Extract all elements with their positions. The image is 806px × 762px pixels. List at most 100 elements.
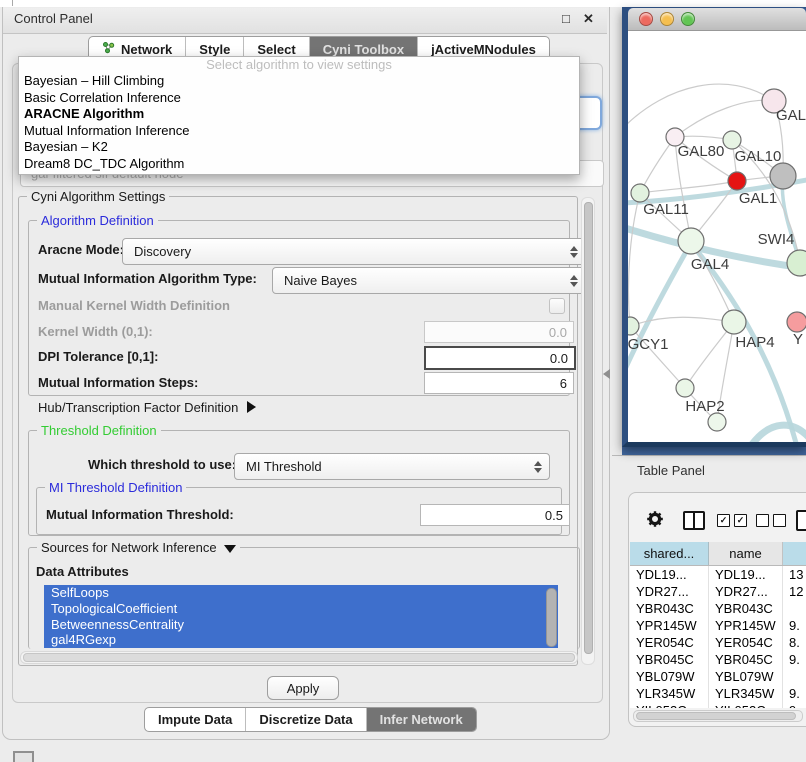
- mi-steps-field[interactable]: 6: [424, 372, 574, 394]
- cell: YBL079W: [630, 668, 709, 685]
- cell: YDR27...: [709, 583, 783, 600]
- table-row[interactable]: YDL19...YDL19...13: [630, 566, 806, 583]
- network-node[interactable]: [678, 228, 704, 254]
- float-panel-icon[interactable]: □: [562, 11, 570, 26]
- select-all-checkboxes-icon[interactable]: ✓ ✓: [717, 514, 747, 527]
- column-header-shared-name[interactable]: shared...: [630, 542, 709, 565]
- minimize-window-icon[interactable]: [660, 12, 674, 26]
- network-node[interactable]: [770, 163, 796, 189]
- mi-threshold-field[interactable]: 0.5: [420, 504, 570, 526]
- network-window: GAL GAL80 GAL10 GAL1 GAL11 GAL4 SWI4 GCY…: [622, 8, 806, 447]
- node-label: SWI4: [758, 231, 795, 248]
- algorithm-option[interactable]: Bayesian – Hill Climbing: [19, 73, 579, 90]
- network-node[interactable]: [676, 379, 694, 397]
- attributes-scrollbar[interactable]: [546, 588, 557, 647]
- tab-impute-data[interactable]: Impute Data: [145, 708, 245, 731]
- network-icon: [102, 41, 115, 57]
- deselect-all-checkboxes-icon[interactable]: [756, 514, 786, 527]
- tab-cyni-toolbox-label: Cyni Toolbox: [323, 42, 404, 57]
- minimized-panel-grip[interactable]: [13, 751, 34, 762]
- node-table: shared... name YDL19...YDL19...13 YDR27.…: [630, 542, 806, 708]
- network-node[interactable]: [787, 312, 806, 332]
- network-node[interactable]: [723, 131, 741, 149]
- tab-infer-network[interactable]: Infer Network: [366, 708, 476, 731]
- aracne-mode-select[interactable]: Discovery: [122, 238, 586, 265]
- control-panel-titlebar: [3, 8, 607, 34]
- table-row[interactable]: YIL052CYIL052C9: [630, 702, 806, 708]
- network-node[interactable]: [631, 184, 649, 202]
- tab-select-label: Select: [257, 42, 295, 57]
- cell: 12: [783, 583, 806, 600]
- gear-icon[interactable]: [646, 510, 664, 533]
- algorithm-option[interactable]: Bayesian – K2: [19, 139, 579, 156]
- pane-divider-handle[interactable]: [603, 369, 610, 379]
- apply-button[interactable]: Apply: [267, 676, 339, 700]
- table-row[interactable]: YBR043CYBR043C: [630, 600, 806, 617]
- cell: 8.: [783, 634, 806, 651]
- network-node[interactable]: [787, 250, 806, 276]
- node-label: GAL: [776, 107, 806, 124]
- kernel-width-field[interactable]: 0.0: [424, 321, 574, 343]
- close-panel-icon[interactable]: ✕: [583, 11, 594, 27]
- mi-type-label: Mutual Information Algorithm Type:: [38, 266, 257, 292]
- attribute-item[interactable]: gal4RGexp: [44, 632, 558, 648]
- algorithm-option-selected[interactable]: ARACNE Algorithm: [19, 106, 579, 123]
- column-header-partial[interactable]: [783, 542, 806, 565]
- attribute-item[interactable]: SelfLoops: [44, 585, 558, 601]
- table-row[interactable]: YER054CYER054C8.: [630, 634, 806, 651]
- network-canvas[interactable]: GAL GAL80 GAL10 GAL1 GAL11 GAL4 SWI4 GCY…: [628, 31, 806, 442]
- cell: YPR145W: [630, 617, 709, 634]
- mi-type-select[interactable]: Naive Bayes: [272, 267, 586, 294]
- mi-steps-label: Mutual Information Steps:: [38, 372, 198, 394]
- cell: YDR27...: [630, 583, 709, 600]
- network-node[interactable]: [628, 317, 639, 335]
- table-header-row: shared... name: [630, 542, 806, 566]
- table-row[interactable]: YDR27...YDR27...12: [630, 583, 806, 600]
- which-threshold-select[interactable]: MI Threshold: [234, 453, 550, 480]
- manual-kernel-checkbox[interactable]: [549, 298, 565, 314]
- cell: [783, 600, 806, 617]
- mi-threshold-value: 0.5: [545, 508, 563, 523]
- cell: YBR043C: [709, 600, 783, 617]
- algorithm-option[interactable]: Basic Correlation Inference: [19, 90, 579, 107]
- dpi-tolerance-field[interactable]: 0.0: [424, 346, 576, 370]
- network-window-titlebar[interactable]: [628, 8, 806, 31]
- settings-horizontal-scrollbar[interactable]: [20, 651, 578, 664]
- top-tick: [12, 0, 13, 6]
- hub-definition-expander[interactable]: Hub/Transcription Factor Definition: [38, 400, 256, 415]
- mi-threshold-label: Mutual Information Threshold:: [46, 504, 234, 526]
- cell: YPR145W: [709, 617, 783, 634]
- document-icon[interactable]: [796, 510, 806, 531]
- table-horizontal-scrollbar[interactable]: [633, 710, 803, 722]
- settings-vertical-scrollbar[interactable]: [581, 197, 595, 665]
- dpi-tolerance-value: 0.0: [550, 351, 568, 366]
- mi-type-value: Naive Bayes: [284, 273, 357, 288]
- algorithm-dropdown-popup: Select algorithm to view settings Bayesi…: [18, 56, 580, 175]
- zoom-window-icon[interactable]: [681, 12, 695, 26]
- checked-box-icon: ✓: [717, 514, 730, 527]
- algorithm-option[interactable]: Mutual Information Inference: [19, 123, 579, 140]
- stepper-arrows-icon: [570, 246, 578, 258]
- close-window-icon[interactable]: [639, 12, 653, 26]
- table-row[interactable]: YPR145WYPR145W9.: [630, 617, 806, 634]
- algorithm-prompt: Select algorithm to view settings: [19, 57, 579, 73]
- dpi-tolerance-label: DPI Tolerance [0,1]:: [38, 346, 158, 368]
- cell: 9.: [783, 651, 806, 668]
- tab-impute-data-label: Impute Data: [158, 712, 232, 727]
- unchecked-box-icon: [773, 514, 786, 527]
- network-node[interactable]: [728, 172, 746, 190]
- algorithm-option[interactable]: Dream8 DC_TDC Algorithm: [19, 156, 579, 173]
- column-header-name[interactable]: name: [709, 542, 783, 565]
- network-node[interactable]: [722, 310, 746, 334]
- network-node[interactable]: [708, 413, 726, 431]
- split-columns-icon[interactable]: [683, 511, 705, 530]
- node-label: GAL4: [691, 256, 729, 273]
- threshold-definition-title: Threshold Definition: [37, 423, 161, 438]
- cell: YBR045C: [709, 651, 783, 668]
- attribute-item[interactable]: TopologicalCoefficient: [44, 601, 558, 617]
- table-row[interactable]: YLR345WYLR345W9.: [630, 685, 806, 702]
- attribute-item[interactable]: BetweennessCentrality: [44, 617, 558, 633]
- tab-discretize-data[interactable]: Discretize Data: [245, 708, 365, 731]
- table-row[interactable]: YBL079WYBL079W: [630, 668, 806, 685]
- table-row[interactable]: YBR045CYBR045C9.: [630, 651, 806, 668]
